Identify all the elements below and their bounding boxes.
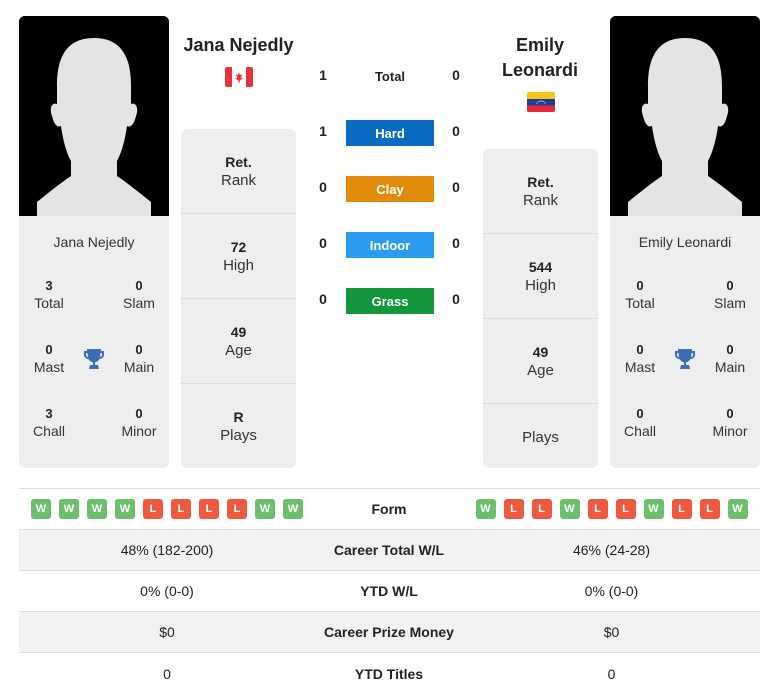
- player1-form-badge-win[interactable]: W: [87, 499, 107, 519]
- player2-form-badge-win[interactable]: W: [559, 499, 580, 519]
- player2-ytd-wl: 0% (0-0): [584, 583, 639, 599]
- ytd-titles-row: 0 YTD Titles 0: [19, 653, 760, 694]
- career-wl-row: 48% (182-200) Career Total W/L 46% (24-2…: [19, 530, 760, 571]
- player1-form-badge-win[interactable]: W: [255, 499, 275, 519]
- h2h-total-label: Total: [374, 69, 406, 84]
- ytd-titles-label: YTD Titles: [354, 665, 424, 682]
- player1-prize: $0: [159, 624, 175, 640]
- h2h-grass-p1: 0: [319, 291, 327, 307]
- player1-form-badge-win[interactable]: W: [115, 499, 135, 519]
- player2-form-badge-loss[interactable]: L: [531, 499, 552, 519]
- player2-card-name: Emily Leonardi: [638, 234, 732, 250]
- h2h-clay-p1: 0: [319, 179, 327, 195]
- player2-plays: Plays: [522, 428, 559, 446]
- player2-total-titles: 0 Total: [625, 278, 655, 311]
- player2-name-heading[interactable]: Emily Leonardi: [480, 33, 600, 83]
- player1-chall-titles: 3 Chall: [33, 406, 65, 439]
- player2-career-wl: 46% (24-28): [572, 542, 651, 558]
- player1-high: 72 High: [181, 214, 296, 299]
- player1-total-titles: 3 Total: [34, 278, 64, 311]
- player2-form-badge-win[interactable]: W: [475, 499, 496, 519]
- h2h-indoor-p1: 0: [319, 235, 327, 251]
- surface-clay-badge[interactable]: Clay: [346, 176, 434, 202]
- venezuela-flag-icon: [527, 92, 555, 112]
- player1-titles-card: Jana Nejedly 3 Total 0 Slam 0 Mast 0 Main 3C…: [19, 216, 169, 468]
- player2-form-badge-loss[interactable]: L: [671, 499, 692, 519]
- player1-minor-titles: 0 Minor: [121, 406, 157, 439]
- form-label: Form: [371, 501, 407, 517]
- form-row: WWWWLLLLWW Form WLLWLLWLLW: [19, 489, 760, 530]
- player2-photo: [610, 16, 760, 216]
- player1-form-badge-loss[interactable]: L: [199, 499, 219, 519]
- player2-form-badge-loss[interactable]: L: [615, 499, 636, 519]
- h2h-clay-p2: 0: [452, 179, 460, 195]
- player1-card-name: Jana Nejedly: [53, 234, 135, 250]
- player1-info-card: Ret. Rank 72 High 49 Age R Plays: [181, 129, 296, 468]
- h2h-grass-p2: 0: [452, 291, 460, 307]
- comparison-table: WWWWLLLLWW Form WLLWLLWLLW 48% (182-200)…: [19, 488, 760, 694]
- h2h-hard-p2: 0: [452, 123, 460, 139]
- player1-ytd-wl: 0% (0-0): [140, 583, 194, 599]
- player1-main-titles: 0 Main: [123, 342, 155, 375]
- career-wl-label: Career Total W/L: [333, 542, 445, 558]
- player2-form-badge-loss[interactable]: L: [699, 499, 720, 519]
- ytd-wl-label: YTD W/L: [360, 583, 418, 599]
- prize-money-row: $0 Career Prize Money $0: [19, 612, 760, 653]
- canada-flag-icon: [225, 67, 253, 87]
- player1-slam-titles: 0 Slam: [123, 278, 155, 311]
- player2-mast-titles: 0 Mast: [624, 342, 656, 375]
- prize-money-label: Career Prize Money: [324, 624, 454, 640]
- player1-career-wl: 48% (182-200): [120, 542, 214, 558]
- surface-grass-badge[interactable]: Grass: [346, 288, 434, 314]
- h2h-hard-p1: 1: [319, 123, 327, 139]
- player2-chall-titles: 0 Chall: [624, 406, 656, 439]
- player1-form-badge-win[interactable]: W: [59, 499, 79, 519]
- player2-form-badge-win[interactable]: W: [643, 499, 664, 519]
- player2-slam-titles: 0 Slam: [714, 278, 746, 311]
- silhouette-icon: [19, 16, 169, 216]
- player1-photo: [19, 16, 169, 216]
- player1-age: 49 Age: [181, 299, 296, 384]
- player2-titles-card: Emily Leonardi 0 Total 0 Slam 0 Mast 0 Main …: [610, 216, 760, 468]
- player2-ytd-titles: 0: [607, 665, 616, 682]
- player2-form-badge-win[interactable]: W: [727, 499, 748, 519]
- player2-age: 49 Age: [483, 319, 598, 404]
- player1-name-heading[interactable]: Jana Nejedly: [176, 33, 301, 58]
- trophy-icon: [673, 347, 697, 371]
- h2h-total-p2: 0: [452, 67, 460, 83]
- silhouette-icon: [610, 16, 760, 216]
- h2h-total-p1: 1: [319, 67, 327, 83]
- player1-plays: R Plays: [220, 409, 257, 444]
- player1-form: WWWWLLLLWW: [19, 499, 315, 519]
- player1-mast-titles: 0 Mast: [33, 342, 65, 375]
- h2h-indoor-p2: 0: [452, 235, 460, 251]
- player1-form-badge-win[interactable]: W: [31, 499, 51, 519]
- trophy-icon: [82, 347, 106, 371]
- player2-form: WLLWLLWLLW: [463, 499, 760, 519]
- player1-form-badge-loss[interactable]: L: [143, 499, 163, 519]
- player2-form-badge-loss[interactable]: L: [587, 499, 608, 519]
- ytd-wl-row: 0% (0-0) YTD W/L 0% (0-0): [19, 571, 760, 612]
- player1-rank: Ret. Rank: [181, 129, 296, 214]
- player2-main-titles: 0 Main: [714, 342, 746, 375]
- player2-info-card: Ret. Rank 544 High 49 Age Plays: [483, 149, 598, 468]
- surface-hard-badge[interactable]: Hard: [346, 120, 434, 146]
- player2-prize: $0: [603, 624, 620, 640]
- player1-ytd-titles: 0: [163, 665, 171, 682]
- player1-form-badge-win[interactable]: W: [283, 499, 303, 519]
- player2-rank: Ret. Rank: [483, 149, 598, 234]
- surface-indoor-badge[interactable]: Indoor: [346, 232, 434, 258]
- player2-minor-titles: 0 Minor: [712, 406, 748, 439]
- player1-form-badge-loss[interactable]: L: [227, 499, 247, 519]
- player2-high: 544 High: [483, 234, 598, 319]
- player2-form-badge-loss[interactable]: L: [503, 499, 524, 519]
- player1-form-badge-loss[interactable]: L: [171, 499, 191, 519]
